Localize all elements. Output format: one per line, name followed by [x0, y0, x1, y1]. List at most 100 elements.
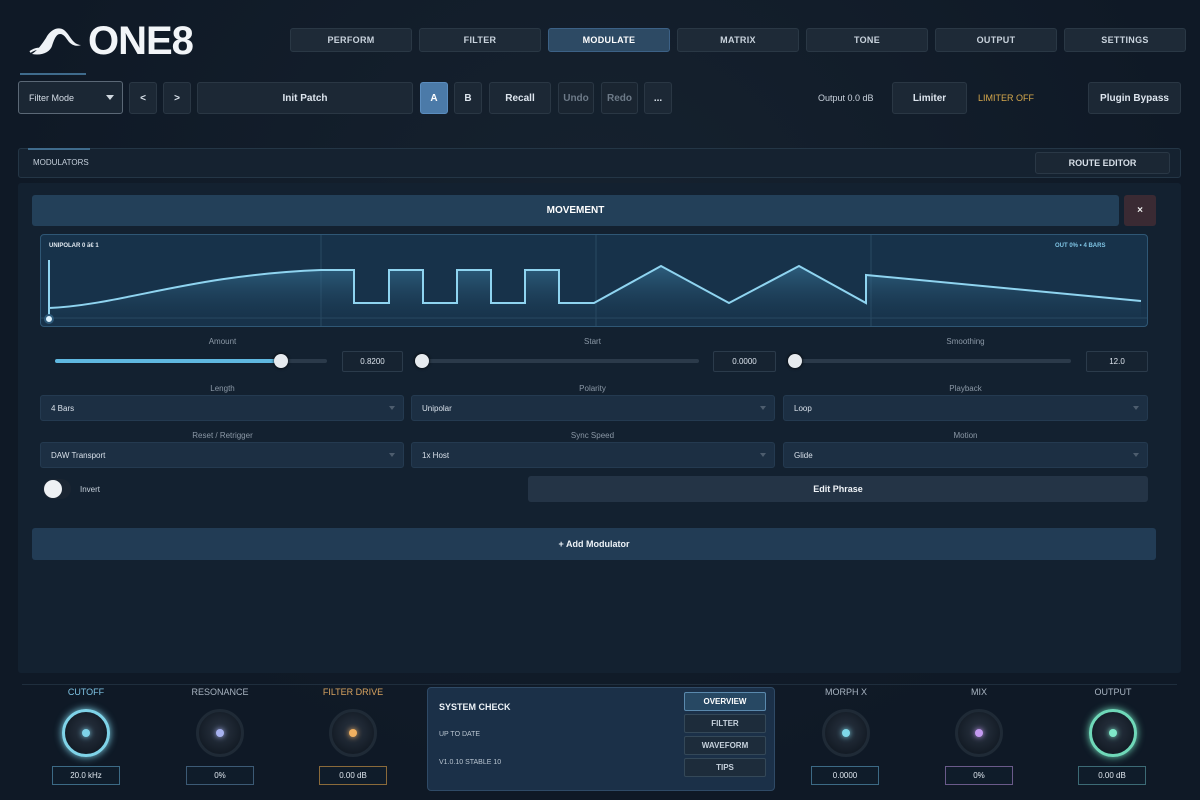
sync-speed-select[interactable]: 1x Host	[411, 442, 775, 468]
chevron-down-icon	[760, 406, 766, 410]
system-check-title: SYSTEM CHECK	[439, 702, 511, 712]
start-slider-thumb[interactable]	[415, 354, 429, 368]
resonance-knob[interactable]	[196, 709, 244, 757]
resonance-label: RESONANCE	[191, 687, 249, 697]
tab-tone[interactable]: TONE	[806, 28, 928, 52]
playback-value: Loop	[794, 403, 812, 413]
filter-info-button[interactable]: FILTER	[684, 714, 766, 733]
mix-knob[interactable]	[955, 709, 1003, 757]
reset-value: DAW Transport	[51, 450, 106, 460]
add-modulator-button[interactable]: + Add Modulator	[32, 528, 1156, 560]
next-patch-button[interactable]: >	[163, 82, 191, 114]
limiter-button[interactable]: Limiter	[892, 82, 967, 114]
morph-x-label: MORPH X	[824, 687, 867, 697]
morph-x-knob-indicator	[842, 729, 850, 737]
output-value[interactable]: 0.00 dB	[1078, 766, 1146, 785]
playback-select[interactable]: Loop	[783, 395, 1148, 421]
motion-value: Glide	[794, 450, 813, 460]
tips-button[interactable]: TIPS	[684, 758, 766, 777]
app-logo: ONE8	[28, 18, 194, 63]
cutoff-knob[interactable]	[62, 709, 110, 757]
polarity-label: Polarity	[579, 384, 606, 393]
amount-value[interactable]: 0.8200	[342, 351, 403, 372]
movement-title[interactable]: MOVEMENT	[32, 195, 1119, 226]
mix-knob-indicator	[975, 729, 983, 737]
filter-drive-knob-indicator	[349, 729, 357, 737]
tab-perform[interactable]: PERFORM	[290, 28, 412, 52]
tab-output[interactable]: OUTPUT	[935, 28, 1057, 52]
invert-toggle[interactable]	[43, 479, 71, 499]
filter-drive-value[interactable]: 0.00 dB	[319, 766, 387, 785]
length-label: Length	[210, 384, 235, 393]
output-knob[interactable]	[1089, 709, 1137, 757]
tab-settings[interactable]: SETTINGS	[1064, 28, 1186, 52]
more-button[interactable]: ...	[644, 82, 672, 114]
waveform-info-button[interactable]: WAVEFORM	[684, 736, 766, 755]
start-value[interactable]: 0.0000	[713, 351, 776, 372]
tab-filter[interactable]: FILTER	[419, 28, 541, 52]
mix-value[interactable]: 0%	[945, 766, 1013, 785]
morph-x-knob[interactable]	[822, 709, 870, 757]
toolbar-indicator	[20, 73, 86, 75]
playback-label: Playback	[949, 384, 982, 393]
waveform-right-info: OUT 0% • 4 BARS	[1055, 243, 1106, 249]
slot-a-button[interactable]: A	[420, 82, 448, 114]
mode-select-value: Filter Mode	[29, 92, 75, 103]
overview-button[interactable]: OVERVIEW	[684, 692, 766, 711]
slot-b-button[interactable]: B	[454, 82, 482, 114]
output-level: Output 0.0 dB	[818, 93, 874, 103]
reset-select[interactable]: DAW Transport	[40, 442, 404, 468]
length-value: 4 Bars	[51, 403, 75, 413]
chevron-down-icon	[389, 406, 395, 410]
polarity-select[interactable]: Unipolar	[411, 395, 775, 421]
invert-label: Invert	[80, 485, 101, 494]
tab-modulate[interactable]: MODULATE	[548, 28, 670, 52]
route-editor-button[interactable]: ROUTE EDITOR	[1035, 152, 1170, 174]
logo-text: ONE8	[88, 18, 194, 63]
reset-label: Reset / Retrigger	[192, 431, 253, 440]
patch-name[interactable]: Init Patch	[197, 82, 413, 114]
resonance-knob-indicator	[216, 729, 224, 737]
modulators-tab[interactable]: MODULATORS	[33, 158, 89, 167]
redo-button[interactable]: Redo	[601, 82, 638, 114]
undo-button[interactable]: Undo	[558, 82, 594, 114]
smoothing-slider[interactable]	[793, 359, 1071, 363]
chevron-down-icon	[389, 453, 395, 457]
resonance-value[interactable]: 0%	[186, 766, 254, 785]
tab-matrix[interactable]: MATRIX	[677, 28, 799, 52]
system-check-version: V1.0.10 STABLE 10	[439, 759, 502, 766]
smoothing-value[interactable]: 12.0	[1086, 351, 1148, 372]
mix-label: MIX	[970, 687, 987, 697]
start-slider[interactable]	[421, 359, 699, 363]
amount-slider-fill	[55, 359, 281, 363]
modulators-tab-indicator	[28, 148, 90, 150]
plugin-bypass-button[interactable]: Plugin Bypass	[1088, 82, 1181, 114]
filter-drive-knob[interactable]	[329, 709, 377, 757]
recall-button[interactable]: Recall	[489, 82, 551, 114]
morph-x-value[interactable]: 0.0000	[811, 766, 879, 785]
system-check-status: UP TO DATE	[439, 731, 481, 738]
chevron-down-icon	[106, 95, 114, 100]
output-knob-indicator	[1109, 729, 1117, 737]
waveform-graph	[41, 235, 1147, 326]
waveform-left-info: UNIPOLAR 0 ã€ 1	[49, 243, 99, 249]
motion-label: Motion	[953, 431, 978, 440]
waveform-display[interactable]	[40, 234, 1148, 327]
chevron-down-icon	[1133, 453, 1139, 457]
close-modulator-button[interactable]: ×	[1124, 195, 1156, 226]
motion-select[interactable]: Glide	[783, 442, 1148, 468]
cutoff-value[interactable]: 20.0 kHz	[52, 766, 120, 785]
edit-phrase-button[interactable]: Edit Phrase	[528, 476, 1148, 502]
cutoff-knob-indicator	[82, 729, 90, 737]
invert-toggle-knob	[44, 480, 62, 498]
amount-slider-thumb[interactable]	[273, 354, 288, 368]
prev-patch-button[interactable]: <	[129, 82, 157, 114]
sync-speed-value: 1x Host	[422, 450, 450, 460]
smoothing-label: Smoothing	[946, 337, 985, 346]
output-knob-label: OUTPUT	[1094, 687, 1132, 697]
smoothing-slider-thumb[interactable]	[788, 354, 802, 368]
mode-select[interactable]: Filter Mode	[18, 81, 123, 114]
chevron-down-icon	[760, 453, 766, 457]
logo-icon	[29, 28, 81, 55]
length-select[interactable]: 4 Bars	[40, 395, 404, 421]
